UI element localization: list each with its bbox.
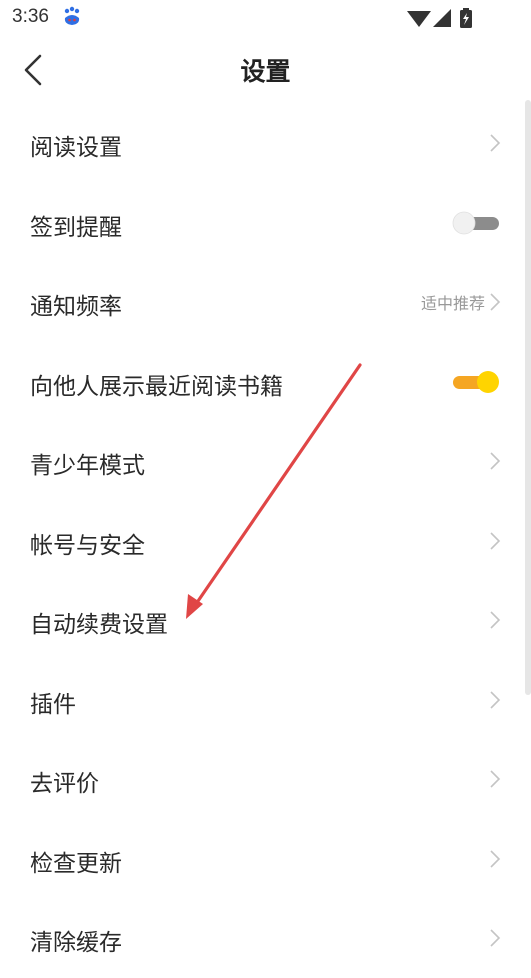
status-bar: 3:36 [0, 0, 531, 36]
title-bar: 设置 [0, 36, 531, 104]
setting-rate-app[interactable]: 去评价 [0, 739, 531, 819]
chevron-right-icon [490, 690, 501, 709]
setting-show-recent-reading: 向他人展示最近阅读书籍 [0, 342, 531, 422]
chevron-right-icon [490, 770, 501, 788]
setting-label: 自动续费设置 [30, 612, 168, 638]
setting-label: 通知频率 [30, 294, 122, 320]
setting-check-update[interactable]: 检查更新 [0, 819, 531, 899]
setting-clear-cache[interactable]: 清除缓存 [0, 898, 531, 978]
setting-label: 去评价 [30, 771, 99, 797]
chevron-right-icon [490, 531, 501, 550]
system-status-icons [407, 8, 472, 28]
chevron-right-icon [490, 611, 501, 629]
setting-value: 适中推荐 [420, 294, 485, 313]
page-title: 设置 [240, 57, 291, 86]
chevron-right-icon [490, 293, 501, 311]
chevron-right-icon [490, 929, 501, 947]
setting-label: 签到提醒 [30, 214, 122, 241]
status-time: 3:36 [12, 6, 49, 27]
setting-label: 清除缓存 [30, 930, 122, 956]
setting-label: 向他人展示最近阅读书籍 [30, 373, 283, 400]
setting-label: 阅读设置 [30, 135, 122, 161]
setting-label: 检查更新 [30, 850, 122, 877]
app-notification-icon [64, 6, 80, 25]
signal-icon [433, 9, 451, 27]
checkin-reminder-toggle[interactable] [451, 210, 501, 236]
setting-label: 插件 [30, 691, 76, 718]
setting-account-security[interactable]: 帐号与安全 [0, 501, 531, 581]
show-recent-reading-toggle[interactable] [451, 369, 501, 395]
setting-teen-mode[interactable]: 青少年模式 [0, 421, 531, 501]
chevron-right-icon [490, 452, 501, 470]
settings-list: 阅读设置 签到提醒 通知频率 适中推荐 向他人展示最近阅读书籍 青少年模式 帐号… [0, 103, 531, 978]
setting-notify-frequency[interactable]: 通知频率 适中推荐 [0, 262, 531, 342]
setting-auto-renew[interactable]: 自动续费设置 [0, 580, 531, 660]
setting-label: 青少年模式 [30, 453, 145, 479]
setting-reading[interactable]: 阅读设置 [0, 103, 531, 183]
setting-label: 帐号与安全 [30, 532, 145, 559]
chevron-right-icon [490, 849, 501, 868]
setting-checkin-reminder: 签到提醒 [0, 183, 531, 263]
wifi-icon [407, 11, 431, 27]
chevron-right-icon [490, 134, 501, 152]
battery-icon [460, 8, 472, 28]
setting-plugins[interactable]: 插件 [0, 660, 531, 740]
